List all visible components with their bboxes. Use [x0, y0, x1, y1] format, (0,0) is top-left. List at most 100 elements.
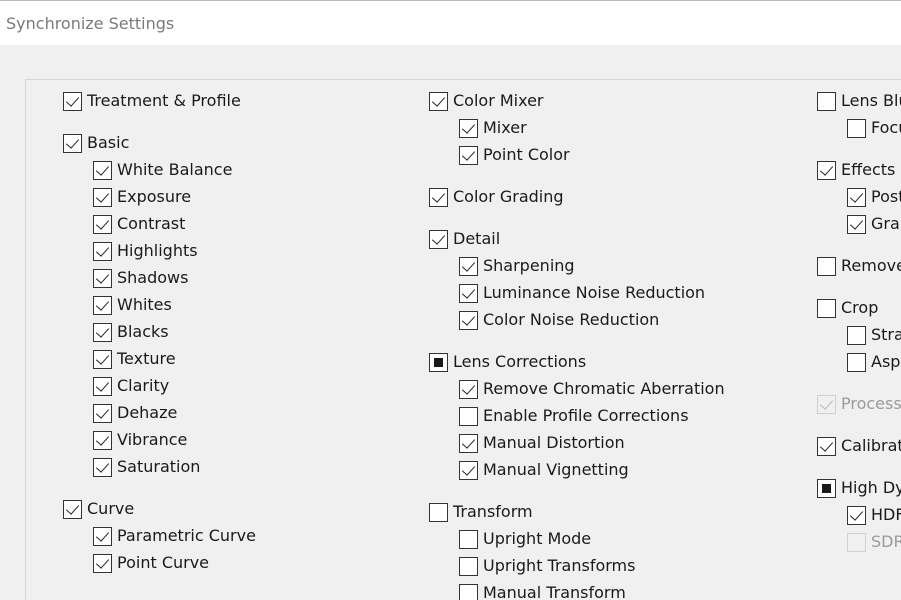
setting-row-blacks[interactable]: Blacks: [93, 322, 169, 342]
setting-row-color-grading[interactable]: Color Grading: [429, 187, 564, 207]
color-grading-checkbox[interactable]: [429, 187, 448, 207]
manual-distortion-checkbox[interactable]: [459, 433, 478, 453]
highlights-label: Highlights: [117, 241, 198, 260]
setting-row-shadows[interactable]: Shadows: [93, 268, 188, 288]
setting-row-post[interactable]: Post: [847, 187, 901, 207]
setting-row-transform[interactable]: Transform: [429, 502, 533, 522]
setting-row-high-dyr[interactable]: High Dyr: [817, 478, 901, 498]
setting-row-detail[interactable]: Detail: [429, 229, 500, 249]
point-curve-checkbox[interactable]: [93, 553, 112, 573]
treatment-and-profile-checkbox[interactable]: [63, 91, 82, 111]
setting-row-crop[interactable]: Crop: [817, 298, 878, 318]
setting-row-point-curve[interactable]: Point Curve: [93, 553, 209, 573]
setting-row-color-mixer[interactable]: Color Mixer: [429, 91, 544, 111]
dehaze-checkbox[interactable]: [93, 403, 112, 423]
setting-row-stra[interactable]: Stra: [847, 325, 901, 345]
upright-transforms-checkbox[interactable]: [459, 556, 478, 576]
setting-row-basic[interactable]: Basic: [63, 133, 129, 153]
sharpening-checkbox[interactable]: [459, 256, 478, 276]
setting-row-upright-mode[interactable]: Upright Mode: [459, 529, 591, 549]
color-mixer-checkbox[interactable]: [429, 91, 448, 111]
setting-row-contrast[interactable]: Contrast: [93, 214, 185, 234]
enable-profile-corrections-checkbox[interactable]: [459, 406, 478, 426]
setting-row-highlights[interactable]: Highlights: [93, 241, 198, 261]
setting-row-treatment-and-profile[interactable]: Treatment & Profile: [63, 91, 241, 111]
setting-row-effects[interactable]: Effects: [817, 160, 895, 180]
detail-checkbox[interactable]: [429, 229, 448, 249]
vibrance-checkbox[interactable]: [93, 430, 112, 450]
color-noise-reduction-checkbox[interactable]: [459, 310, 478, 330]
transform-checkbox[interactable]: [429, 502, 448, 522]
mixer-checkbox[interactable]: [459, 118, 478, 138]
setting-row-saturation[interactable]: Saturation: [93, 457, 200, 477]
setting-row-upright-transforms[interactable]: Upright Transforms: [459, 556, 635, 576]
luminance-noise-reduction-checkbox[interactable]: [459, 283, 478, 303]
setting-row-white-balance[interactable]: White Balance: [93, 160, 232, 180]
manual-vignetting-checkbox[interactable]: [459, 460, 478, 480]
calibrati-checkbox[interactable]: [817, 436, 836, 456]
contrast-checkbox[interactable]: [93, 214, 112, 234]
setting-row-luminance-noise-reduction[interactable]: Luminance Noise Reduction: [459, 283, 705, 303]
setting-row-mixer[interactable]: Mixer: [459, 118, 527, 138]
exposure-checkbox[interactable]: [93, 187, 112, 207]
setting-row-whites[interactable]: Whites: [93, 295, 172, 315]
setting-row-curve[interactable]: Curve: [63, 499, 134, 519]
setting-row-lens-corrections[interactable]: Lens Corrections: [429, 352, 586, 372]
setting-row-sharpening[interactable]: Sharpening: [459, 256, 575, 276]
setting-row-manual-transform[interactable]: Manual Transform: [459, 583, 626, 600]
effects-checkbox[interactable]: [817, 160, 836, 180]
setting-row-clarity[interactable]: Clarity: [93, 376, 169, 396]
parametric-curve-checkbox[interactable]: [93, 526, 112, 546]
clarity-checkbox[interactable]: [93, 376, 112, 396]
setting-row-lens-blu[interactable]: Lens Blu: [817, 91, 901, 111]
setting-row-asp[interactable]: Asp: [847, 352, 900, 372]
manual-transform-checkbox[interactable]: [459, 583, 478, 600]
focu-checkbox[interactable]: [847, 118, 866, 138]
crop-checkbox[interactable]: [817, 298, 836, 318]
setting-row-vibrance[interactable]: Vibrance: [93, 430, 187, 450]
lens-blu-checkbox[interactable]: [817, 91, 836, 111]
setting-row-texture[interactable]: Texture: [93, 349, 176, 369]
post-checkbox[interactable]: [847, 187, 866, 207]
blacks-checkbox[interactable]: [93, 322, 112, 342]
setting-row-manual-vignetting[interactable]: Manual Vignetting: [459, 460, 629, 480]
detail-label: Detail: [453, 229, 501, 248]
shadows-checkbox[interactable]: [93, 268, 112, 288]
remove-chromatic-aberration-checkbox[interactable]: [459, 379, 478, 399]
lens-corrections-checkbox[interactable]: [429, 352, 448, 372]
texture-checkbox[interactable]: [93, 349, 112, 369]
setting-row-manual-distortion[interactable]: Manual Distortion: [459, 433, 625, 453]
setting-row-exposure[interactable]: Exposure: [93, 187, 191, 207]
setting-row-calibrati[interactable]: Calibrati: [817, 436, 901, 456]
white-balance-checkbox[interactable]: [93, 160, 112, 180]
point-color-checkbox[interactable]: [459, 145, 478, 165]
setting-row-hdf[interactable]: HDF: [847, 505, 901, 525]
stra-checkbox[interactable]: [847, 325, 866, 345]
saturation-label: Saturation: [117, 457, 201, 476]
setting-row-color-noise-reduction[interactable]: Color Noise Reduction: [459, 310, 659, 330]
curve-label: Curve: [87, 499, 135, 518]
grai-checkbox[interactable]: [847, 214, 866, 234]
hdf-checkbox[interactable]: [847, 505, 866, 525]
high-dyr-checkbox[interactable]: [817, 478, 836, 498]
setting-row-parametric-curve[interactable]: Parametric Curve: [93, 526, 256, 546]
upright-mode-label: Upright Mode: [483, 529, 592, 548]
focu-label: Focu: [871, 118, 901, 137]
setting-row-dehaze[interactable]: Dehaze: [93, 403, 177, 423]
whites-checkbox[interactable]: [93, 295, 112, 315]
saturation-checkbox[interactable]: [93, 457, 112, 477]
upright-mode-checkbox[interactable]: [459, 529, 478, 549]
contrast-label: Contrast: [117, 214, 186, 233]
setting-row-point-color[interactable]: Point Color: [459, 145, 570, 165]
asp-checkbox[interactable]: [847, 352, 866, 372]
highlights-checkbox[interactable]: [93, 241, 112, 261]
curve-checkbox[interactable]: [63, 499, 82, 519]
basic-checkbox[interactable]: [63, 133, 82, 153]
remove-checkbox[interactable]: [817, 256, 836, 276]
setting-row-enable-profile-corrections[interactable]: Enable Profile Corrections: [459, 406, 689, 426]
setting-row-remove-chromatic-aberration[interactable]: Remove Chromatic Aberration: [459, 379, 725, 399]
setting-row-grai[interactable]: Grai: [847, 214, 901, 234]
setting-row-focu[interactable]: Focu: [847, 118, 901, 138]
setting-row-remove[interactable]: Remove: [817, 256, 901, 276]
process-checkbox: [817, 394, 836, 414]
